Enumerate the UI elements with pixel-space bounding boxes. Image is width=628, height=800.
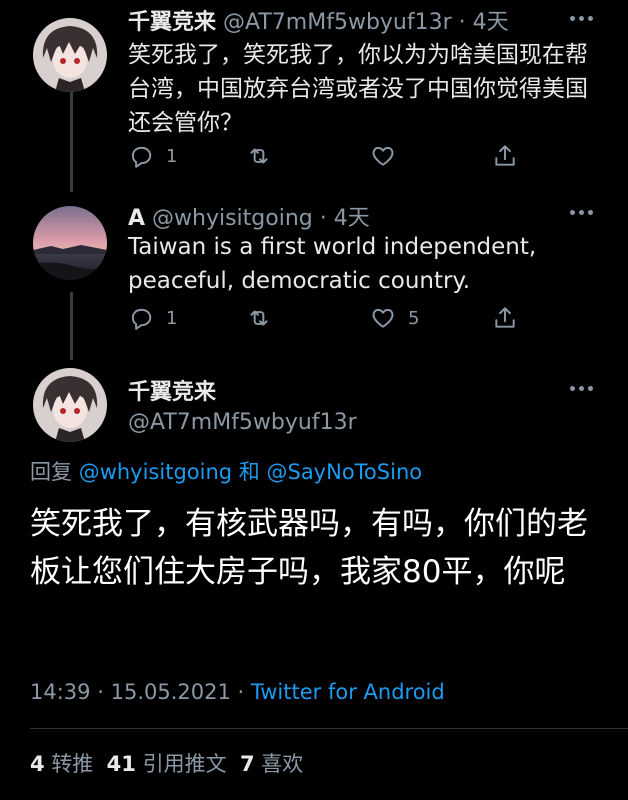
more-icon[interactable] <box>570 16 594 22</box>
replying-to: 回复 @whyisitgoing 和 @SayNoToSino <box>30 456 422 486</box>
display-name[interactable]: A <box>128 206 145 231</box>
share-button[interactable] <box>492 303 518 333</box>
tweet-time: 14:39 <box>30 680 91 704</box>
likes-label: 喜欢 <box>261 752 304 776</box>
retweet-button[interactable] <box>246 303 284 333</box>
tweet-meta: 14:39 · 15.05.2021 · Twitter for Android <box>30 680 445 704</box>
quotes-label: 引用推文 <box>142 752 227 776</box>
tweet-date: 15.05.2021 <box>110 680 231 704</box>
mention-link[interactable]: @SayNoToSino <box>266 460 422 484</box>
share-icon <box>495 307 515 328</box>
source-link[interactable]: Twitter for Android <box>251 680 445 704</box>
mention-link[interactable]: @whyisitgoing <box>79 460 232 484</box>
tweet-time[interactable]: 4天 <box>334 206 370 231</box>
user-handle[interactable]: @AT7mMf5wbyuf13r <box>128 410 357 435</box>
tweet-header: 千翼竞来 @AT7mMf5wbyuf13r <box>128 374 357 435</box>
reply-button[interactable]: 1 <box>128 303 177 333</box>
tweet-stats: 4 转推 41 引用推文 7 喜欢 <box>30 748 303 778</box>
reply-button[interactable]: 1 <box>128 141 177 171</box>
like-icon <box>372 308 394 328</box>
like-count: 5 <box>408 307 420 329</box>
reply-count: 1 <box>166 145 178 167</box>
tweet-2[interactable]: A @whyisitgoing · 4天 Taiwan is a first w… <box>0 190 628 358</box>
replying-prefix: 回复 <box>30 460 72 484</box>
tweet-header: A @whyisitgoing · 4天 <box>128 200 370 232</box>
likes-count: 7 <box>239 752 255 776</box>
avatar[interactable] <box>33 18 107 92</box>
retweets-count: 4 <box>30 752 45 776</box>
display-name[interactable]: 千翼竞来 <box>128 10 216 35</box>
tweet-actions: 1 5 <box>128 303 528 333</box>
tweet-text: Taiwan is a first world independent, pea… <box>128 234 537 294</box>
avatar[interactable] <box>33 368 107 442</box>
tweet-actions: 1 <box>128 141 528 171</box>
user-handle[interactable]: @whyisitgoing <box>152 206 313 231</box>
replying-and: 和 <box>238 460 260 484</box>
likes-stat[interactable]: 7 喜欢 <box>240 752 303 776</box>
reply-icon <box>131 308 152 330</box>
retweet-button[interactable] <box>246 141 284 171</box>
share-icon <box>495 145 515 166</box>
user-handle[interactable]: @AT7mMf5wbyuf13r <box>223 10 452 35</box>
quotes-stat[interactable]: 41 引用推文 <box>107 752 227 776</box>
separator-dot: · <box>319 206 327 231</box>
tweet-1[interactable]: 千翼竞来 @AT7mMf5wbyuf13r · 4天 笑死我了，笑死我了，你以为… <box>0 0 628 190</box>
like-button[interactable]: 5 <box>370 303 419 333</box>
quotes-count: 41 <box>106 752 136 776</box>
more-icon[interactable] <box>570 386 594 392</box>
tweet-text: 笑死我了，有核武器吗，有吗，你们的老板让您们住大房子吗，我家80平，你呢 <box>30 506 588 590</box>
retweet-icon <box>250 310 268 326</box>
retweets-stat[interactable]: 4 转推 <box>30 752 93 776</box>
reply-icon <box>131 146 152 168</box>
tweet-text: 笑死我了，笑死我了，你以为为啥美国现在帮台湾，中国放弃台湾或者没了中国你觉得美国… <box>128 42 588 136</box>
separator-dot: · <box>97 680 104 704</box>
tweet-header: 千翼竞来 @AT7mMf5wbyuf13r · 4天 <box>128 4 509 36</box>
more-icon[interactable] <box>570 210 594 216</box>
like-icon <box>372 146 394 166</box>
share-button[interactable] <box>492 141 518 171</box>
separator-dot: · <box>237 680 245 704</box>
retweets-label: 转推 <box>51 752 94 776</box>
separator-dot: · <box>458 10 466 35</box>
avatar[interactable] <box>33 206 107 280</box>
tweet-time[interactable]: 4天 <box>473 10 509 35</box>
retweet-icon <box>250 148 268 164</box>
like-button[interactable] <box>370 141 408 171</box>
display-name[interactable]: 千翼竞来 <box>128 374 357 406</box>
reply-count: 1 <box>166 307 178 329</box>
divider <box>30 728 628 729</box>
